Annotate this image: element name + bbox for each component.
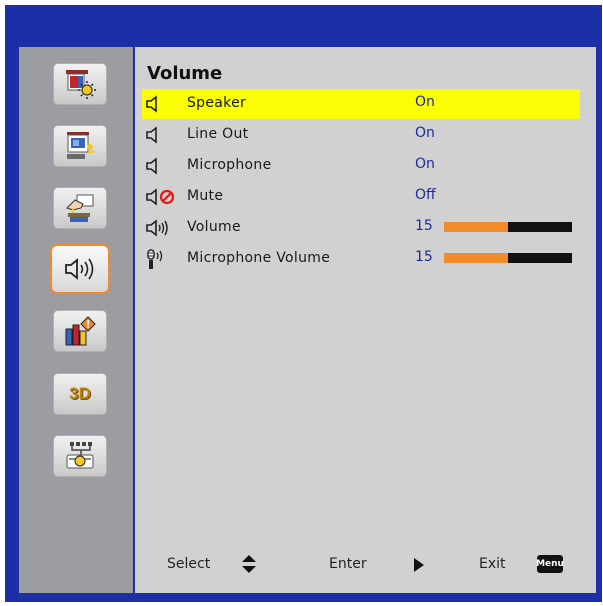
speaker-icon: [146, 95, 157, 113]
menu-key-icon: Menu: [536, 555, 564, 573]
row-label: Microphone: [187, 157, 272, 173]
row-value: On: [415, 156, 435, 172]
speaker-icon: [146, 126, 157, 144]
row-label: Line Out: [187, 126, 249, 142]
sidebar-item-display-settings[interactable]: [53, 125, 107, 167]
sidebar-item-setup[interactable]: [53, 187, 107, 229]
speaker-mute-icon: [146, 188, 175, 206]
row-value: 15: [415, 218, 433, 234]
row-value: On: [415, 94, 435, 110]
select-hint-label: Select: [167, 556, 211, 572]
footer-hints: Select Enter Exit Menu: [135, 548, 595, 580]
microphone-volume-slider-fill: [444, 253, 508, 263]
sidebar-item-volume[interactable]: [50, 244, 110, 294]
volume-waves-icon: [146, 219, 168, 237]
image-settings-icon: [66, 70, 96, 99]
microphone-volume-slider[interactable]: [444, 253, 572, 263]
network-lan-icon: [66, 442, 94, 469]
microphone-volume-icon: [147, 249, 163, 269]
row-label: Speaker: [187, 95, 247, 111]
speaker-volume-icon: [65, 258, 94, 280]
speaker-icon: [146, 157, 157, 175]
volume-slider[interactable]: [444, 222, 572, 232]
row-value: Off: [415, 187, 436, 203]
menu-row-line-out[interactable]: Line Out On: [142, 120, 580, 150]
menu-row-microphone[interactable]: Microphone On: [142, 151, 580, 181]
exit-hint-label: Exit: [479, 556, 506, 572]
menu-row-microphone-volume[interactable]: Microphone Volume 15: [142, 244, 580, 274]
sidebar-item-options[interactable]: [53, 310, 107, 352]
sidebar-item-3d[interactable]: 3D: [53, 373, 107, 415]
row-label: Mute: [187, 188, 224, 204]
menu-row-volume[interactable]: Volume 15: [142, 213, 580, 243]
row-label: Microphone Volume: [187, 250, 331, 266]
enter-hint-label: Enter: [329, 556, 367, 572]
row-value: On: [415, 125, 435, 141]
3d-icon: 3D: [69, 384, 91, 403]
volume-slider-fill: [444, 222, 508, 232]
sidebar-item-image-settings[interactable]: [53, 63, 107, 105]
menu-row-speaker[interactable]: Speaker On: [142, 89, 580, 119]
row-label: Volume: [187, 219, 241, 235]
right-arrow-icon: [414, 558, 424, 572]
display-screen-icon: [67, 132, 94, 159]
options-info-icon: [65, 316, 96, 346]
page-title: Volume: [147, 63, 223, 84]
up-down-arrows-icon: [242, 555, 256, 573]
row-value: 15: [415, 249, 433, 265]
hand-setup-icon: [66, 194, 94, 222]
menu-row-mute[interactable]: Mute Off: [142, 182, 580, 212]
sidebar-item-lan[interactable]: [53, 435, 107, 477]
sidebar-divider: [133, 47, 135, 593]
